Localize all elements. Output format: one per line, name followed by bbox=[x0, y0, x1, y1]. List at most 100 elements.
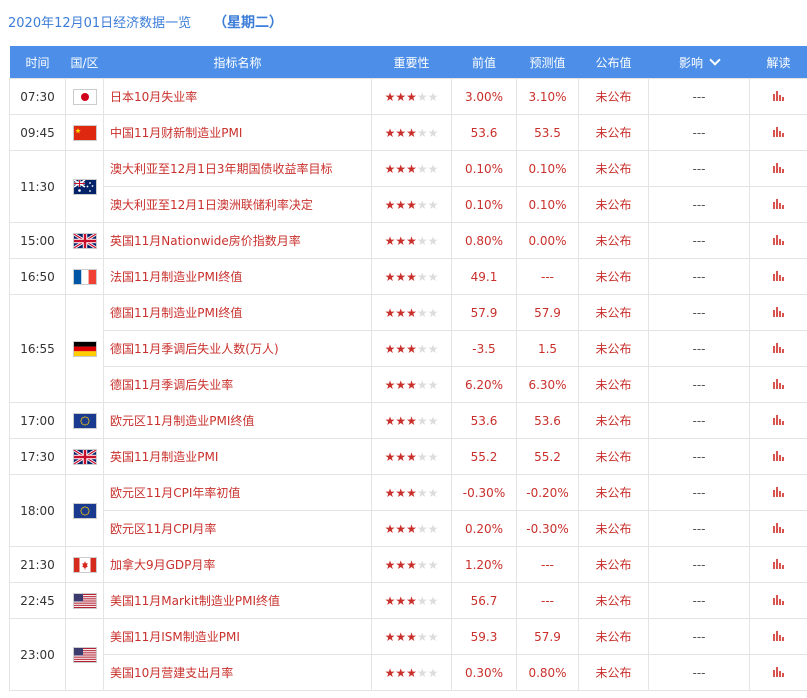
indicator-name-link[interactable]: 澳大利亚至12月1日澳洲联储利率决定 bbox=[103, 186, 372, 223]
event-time: 22:45 bbox=[9, 582, 66, 619]
event-time: 18:00 bbox=[9, 474, 66, 547]
indicator-name-link[interactable]: 欧元区11月CPI年率初值 bbox=[103, 474, 372, 511]
analysis-cell bbox=[749, 330, 807, 367]
germany-flag-icon bbox=[72, 340, 97, 357]
forecast-value: --- bbox=[516, 258, 579, 295]
impact-value: --- bbox=[648, 510, 750, 547]
impact-value: --- bbox=[648, 402, 750, 439]
analysis-cell bbox=[749, 186, 807, 223]
bar-chart-icon[interactable] bbox=[773, 378, 784, 392]
bar-chart-icon[interactable] bbox=[773, 522, 784, 536]
table-row: 欧元区11月CPI月率 ★★★★★ 0.20% -0.30% 未公布 --- bbox=[10, 510, 807, 547]
table-row: 德国11月季调后失业人数(万人) ★★★★★ -3.5 1.5 未公布 --- bbox=[10, 330, 807, 367]
bar-chart-icon[interactable] bbox=[773, 90, 784, 104]
indicator-name-link[interactable]: 英国11月Nationwide房价指数月率 bbox=[103, 222, 372, 259]
bar-chart-icon[interactable] bbox=[773, 198, 784, 212]
star-rating: ★★★★★ bbox=[385, 666, 439, 680]
forecast-value: -0.30% bbox=[516, 510, 579, 547]
importance-stars: ★★★★★ bbox=[371, 438, 452, 475]
star-empty-icon: ★ bbox=[427, 629, 439, 644]
star-filled-icon: ★ bbox=[406, 557, 417, 572]
star-filled-icon: ★ bbox=[406, 449, 417, 464]
star-filled-icon: ★ bbox=[395, 593, 407, 608]
importance-stars: ★★★★★ bbox=[371, 114, 452, 151]
star-filled-icon: ★ bbox=[406, 413, 417, 428]
indicator-name-link[interactable]: 美国11月Markit制造业PMI终值 bbox=[103, 582, 372, 619]
page-header: 2020年12月01日经济数据一览 （星期二） bbox=[8, 12, 283, 32]
uk-flag-icon bbox=[72, 232, 97, 249]
indicator-name-link[interactable]: 日本10月失业率 bbox=[103, 78, 372, 115]
table-row: 07:30 日本10月失业率 ★★★★★ 3.00% 3.10% 未公布 --- bbox=[9, 78, 807, 115]
bar-chart-icon[interactable] bbox=[773, 234, 784, 248]
bar-chart-icon[interactable] bbox=[773, 630, 784, 644]
star-filled-icon: ★ bbox=[384, 377, 396, 392]
table-row: 16:55 德国11月制造业PMI终值 ★★★★★ 57.9 57.9 未公布 --- bbox=[9, 294, 807, 403]
indicator-name-link[interactable]: 美国10月营建支出月率 bbox=[103, 654, 372, 691]
star-filled-icon: ★ bbox=[395, 557, 407, 572]
bar-chart-icon[interactable] bbox=[773, 126, 784, 140]
star-rating: ★★★★★ bbox=[385, 594, 439, 608]
indicator-name-link[interactable]: 德国11月制造业PMI终值 bbox=[103, 294, 372, 331]
star-empty-icon: ★ bbox=[416, 305, 428, 320]
impact-value: --- bbox=[648, 78, 750, 115]
star-empty-icon: ★ bbox=[416, 89, 428, 104]
event-time: 11:30 bbox=[9, 150, 66, 223]
bar-chart-icon[interactable] bbox=[773, 594, 784, 608]
indicator-name-link[interactable]: 中国11月财新制造业PMI bbox=[103, 114, 372, 151]
actual-value: 未公布 bbox=[578, 114, 649, 151]
star-filled-icon: ★ bbox=[384, 485, 396, 500]
indicator-name-link[interactable]: 英国11月制造业PMI bbox=[103, 438, 372, 475]
star-empty-icon: ★ bbox=[427, 197, 439, 212]
impact-value: --- bbox=[648, 546, 750, 583]
bar-chart-icon[interactable] bbox=[773, 450, 784, 464]
analysis-cell bbox=[749, 438, 807, 475]
table-header-row: 时间 国/区 指标名称 重要性 前值 预测值 公布值 影响 解读 bbox=[9, 46, 807, 79]
country-cell bbox=[65, 474, 104, 547]
previous-value: 56.7 bbox=[451, 582, 517, 619]
star-filled-icon: ★ bbox=[384, 593, 396, 608]
star-empty-icon: ★ bbox=[416, 125, 428, 140]
bar-chart-icon[interactable] bbox=[773, 342, 784, 356]
previous-value: 0.30% bbox=[451, 654, 517, 691]
usa-flag-icon bbox=[72, 646, 97, 663]
impact-value: --- bbox=[648, 438, 750, 475]
table-row: 17:30 英国11月制造业PMI ★★★★★ 55.2 55.2 未公布 --- bbox=[9, 438, 807, 475]
forecast-value: 1.5 bbox=[516, 330, 579, 367]
star-filled-icon: ★ bbox=[384, 557, 396, 572]
indicator-name-link[interactable]: 美国11月ISM制造业PMI bbox=[103, 618, 372, 655]
star-filled-icon: ★ bbox=[406, 341, 417, 356]
indicator-name-link[interactable]: 德国11月季调后失业人数(万人) bbox=[103, 330, 372, 367]
impact-value: --- bbox=[648, 114, 750, 151]
indicator-name-link[interactable]: 欧元区11月制造业PMI终值 bbox=[103, 402, 372, 439]
actual-value: 未公布 bbox=[578, 546, 649, 583]
forecast-value: 57.9 bbox=[516, 294, 579, 331]
previous-value: 49.1 bbox=[451, 258, 517, 295]
actual-value: 未公布 bbox=[578, 366, 649, 403]
indicator-name-link[interactable]: 加拿大9月GDP月率 bbox=[103, 546, 372, 583]
bar-chart-icon[interactable] bbox=[773, 666, 784, 680]
importance-stars: ★★★★★ bbox=[371, 222, 452, 259]
actual-value: 未公布 bbox=[578, 618, 649, 655]
analysis-cell bbox=[749, 582, 807, 619]
indicator-name-link[interactable]: 欧元区11月CPI月率 bbox=[103, 510, 372, 547]
star-filled-icon: ★ bbox=[395, 269, 407, 284]
indicator-name-link[interactable]: 德国11月季调后失业率 bbox=[103, 366, 372, 403]
usa-flag-icon bbox=[72, 592, 97, 609]
bar-chart-icon[interactable] bbox=[773, 558, 784, 572]
column-header-impact[interactable]: 影响 bbox=[648, 46, 750, 79]
previous-value: 55.2 bbox=[451, 438, 517, 475]
star-rating: ★★★★★ bbox=[385, 270, 439, 284]
bar-chart-icon[interactable] bbox=[773, 270, 784, 284]
bar-chart-icon[interactable] bbox=[773, 486, 784, 500]
importance-stars: ★★★★★ bbox=[371, 582, 452, 619]
chevron-down-icon[interactable] bbox=[709, 53, 721, 66]
indicator-name-link[interactable]: 澳大利亚至12月1日3年期国债收益率目标 bbox=[103, 150, 372, 187]
event-time: 17:30 bbox=[9, 438, 66, 475]
bar-chart-icon[interactable] bbox=[773, 162, 784, 176]
star-empty-icon: ★ bbox=[427, 413, 439, 428]
star-empty-icon: ★ bbox=[416, 341, 428, 356]
indicator-name-link[interactable]: 法国11月制造业PMI终值 bbox=[103, 258, 372, 295]
bar-chart-icon[interactable] bbox=[773, 414, 784, 428]
country-cell bbox=[65, 222, 104, 259]
bar-chart-icon[interactable] bbox=[773, 306, 784, 320]
